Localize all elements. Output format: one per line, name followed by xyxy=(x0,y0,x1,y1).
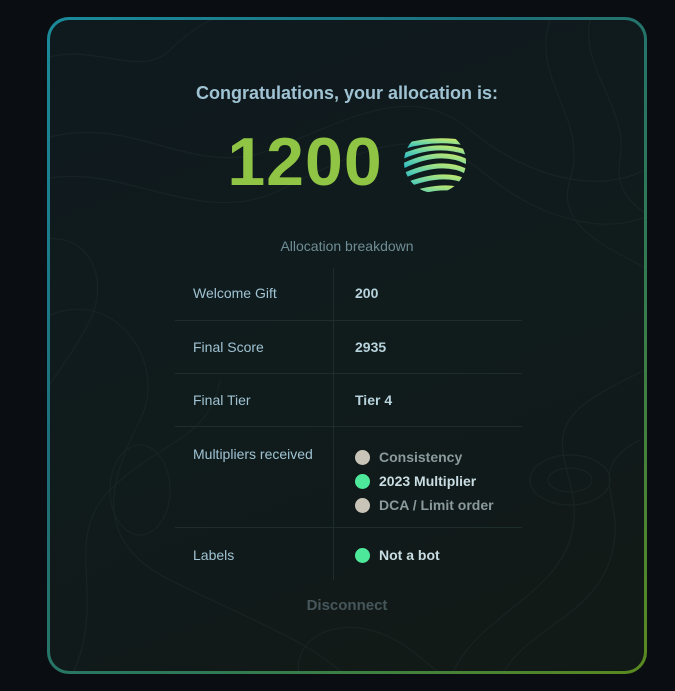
allocation-amount: 1200 xyxy=(227,124,383,200)
multiplier-2023: 2023 Multiplier xyxy=(355,469,522,493)
row-value: 200 xyxy=(355,285,379,301)
allocation-breakdown-table: Welcome Gift 200 Final Score 2935 Final … xyxy=(175,268,522,580)
multiplier-dca-limit-order: DCA / Limit order xyxy=(355,493,522,517)
row-value: Tier 4 xyxy=(355,392,393,408)
row-label: Welcome Gift xyxy=(175,268,334,320)
allocation-title: Congratulations, your allocation is: xyxy=(195,83,499,103)
multiplier-label: 2023 Multiplier xyxy=(379,473,477,489)
row-label: Final Tier xyxy=(175,374,334,426)
row-label: Multipliers received xyxy=(175,427,334,527)
status-dot-inactive xyxy=(355,449,370,465)
row-label: Labels xyxy=(175,528,334,580)
label-not-a-bot: Not a bot xyxy=(355,547,522,563)
status-dot-active xyxy=(355,547,370,563)
labels-row: Labels Not a bot xyxy=(175,528,522,580)
row-label: Final Score xyxy=(175,321,334,373)
allocation-amount-row: 1200 xyxy=(50,123,644,201)
table-row: Final Score 2935 xyxy=(175,321,522,374)
multiplier-label: DCA / Limit order xyxy=(379,497,494,513)
striped-globe-icon xyxy=(403,138,466,193)
multiplier-consistency: Consistency xyxy=(355,445,522,469)
row-value: 2935 xyxy=(355,339,387,355)
breakdown-heading: Allocation breakdown xyxy=(280,238,414,254)
label-list: Not a bot xyxy=(334,528,522,580)
disconnect-button[interactable]: Disconnect xyxy=(50,597,644,614)
status-dot-active xyxy=(355,473,370,489)
table-row: Final Tier Tier 4 xyxy=(175,374,522,427)
multiplier-list: Consistency 2023 Multiplier DCA / Limit … xyxy=(334,427,522,527)
label-text: Not a bot xyxy=(379,547,440,563)
allocation-card-frame: Congratulations, your allocation is: 120… xyxy=(47,17,647,674)
table-row: Welcome Gift 200 xyxy=(175,268,522,321)
multipliers-row: Multipliers received Consistency 2023 Mu… xyxy=(175,427,522,528)
multiplier-label: Consistency xyxy=(379,449,463,465)
status-dot-inactive xyxy=(355,497,370,513)
allocation-card: Congratulations, your allocation is: 120… xyxy=(50,20,644,671)
